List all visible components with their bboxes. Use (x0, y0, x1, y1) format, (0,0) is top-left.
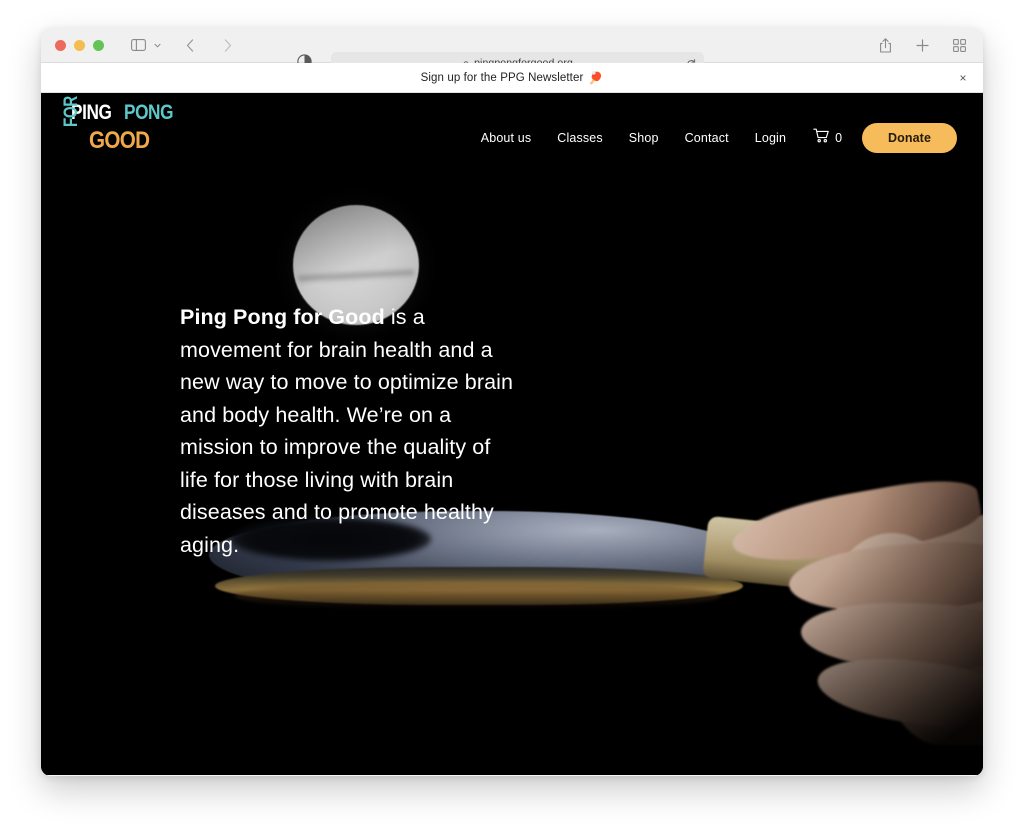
logo-word-for: FOR (61, 96, 82, 127)
nav-item-classes[interactable]: Classes (544, 131, 616, 145)
ping-pong-paddle-icon: 🏓 (588, 70, 604, 85)
newsletter-banner[interactable]: Sign up for the PPG Newsletter 🏓 × (41, 63, 983, 93)
browser-toolbar: pingpongforgood.org (41, 28, 983, 73)
screenshot-root: pingpongforgood.org (0, 0, 1024, 829)
minimize-window-button[interactable] (74, 39, 85, 51)
nav-item-contact[interactable]: Contact (672, 131, 742, 145)
newsletter-banner-text: Sign up for the PPG Newsletter (420, 71, 584, 84)
nav-item-about-us[interactable]: About us (468, 131, 545, 145)
website-hero-section: PING PONG FOR GOOD About us Classes Shop… (41, 93, 983, 775)
close-banner-button[interactable]: × (957, 72, 969, 84)
logo-top-row: PING PONG (71, 101, 184, 125)
hand-image (727, 471, 983, 765)
site-header: PING PONG FOR GOOD About us Classes Shop… (41, 93, 983, 185)
shopping-cart-icon (813, 128, 830, 148)
hero-body-text: is a movement for brain health and a new… (180, 305, 514, 557)
window-controls (55, 39, 104, 51)
share-icon[interactable] (875, 35, 895, 55)
tab-overview-icon[interactable] (949, 35, 969, 55)
nav-item-shop[interactable]: Shop (616, 131, 672, 145)
hero-paragraph: Ping Pong for Good is a movement for bra… (180, 301, 520, 561)
close-window-button[interactable] (55, 39, 66, 51)
hero-brand-name: Ping Pong for Good (180, 305, 385, 329)
cart-count: 0 (835, 131, 843, 145)
donate-button[interactable]: Donate (862, 123, 957, 153)
zoom-window-button[interactable] (93, 39, 104, 51)
back-button[interactable] (180, 35, 200, 55)
chevron-down-icon[interactable] (153, 35, 162, 55)
navigation-arrows (180, 35, 238, 55)
sidebar-icon (128, 35, 148, 55)
cart-button[interactable]: 0 (799, 128, 856, 148)
forward-button[interactable] (218, 35, 238, 55)
nav-item-login[interactable]: Login (742, 131, 799, 145)
logo-word-pong: PONG (124, 101, 174, 124)
site-logo[interactable]: PING PONG FOR GOOD (61, 96, 174, 161)
sidebar-toggle-button[interactable] (128, 35, 162, 55)
main-navigation: About us Classes Shop Contact Login 0 Do… (468, 123, 957, 153)
toolbar-right-actions (875, 35, 969, 55)
paddle-wood-edge-highlight (235, 583, 721, 609)
browser-window: pingpongforgood.org (41, 28, 983, 776)
logo-word-good: GOOD (89, 127, 150, 154)
new-tab-icon[interactable] (912, 35, 932, 55)
